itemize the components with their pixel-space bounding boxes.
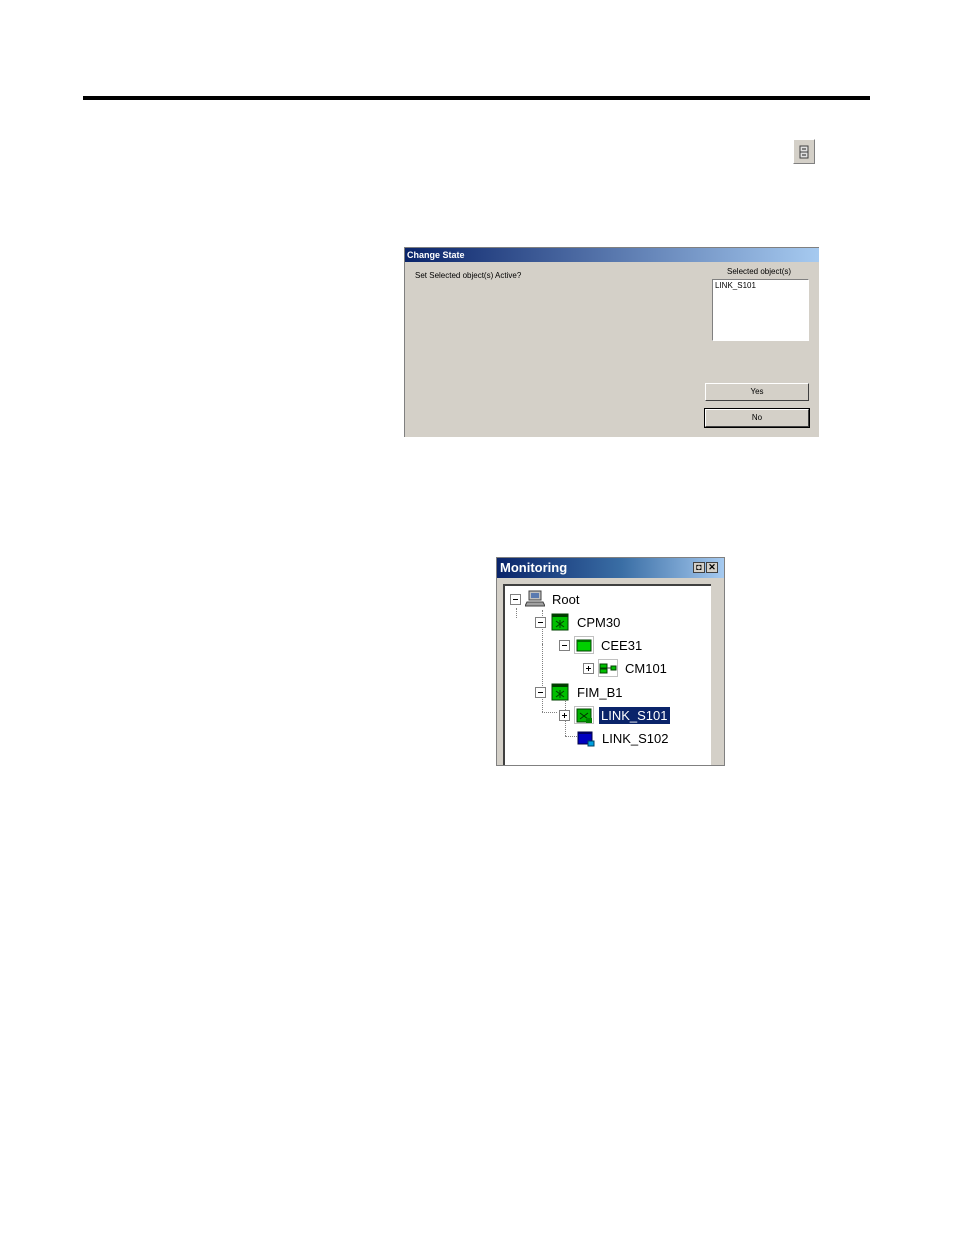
link-inactive-icon: [577, 731, 595, 747]
expand-icon[interactable]: [583, 662, 594, 674]
dialog-prompt: Set Selected object(s) Active?: [415, 271, 522, 280]
tree-node-cee31[interactable]: CEE31: [559, 635, 644, 655]
tree-node-label: LINK_S102: [602, 730, 669, 746]
controller-active-icon: [551, 613, 569, 631]
fim-active-icon: [551, 683, 569, 701]
selected-object-item[interactable]: LINK_S101: [715, 281, 806, 290]
expand-icon[interactable]: [559, 709, 570, 721]
collapse-icon[interactable]: [535, 686, 546, 698]
monitoring-panel: Monitoring ◘ ✕ Root CPM30 CEE31 CM101 FI…: [496, 557, 725, 766]
pin-icon[interactable]: ◘: [693, 562, 705, 573]
close-icon[interactable]: ✕: [706, 562, 718, 573]
selected-objects-label: Selected object(s): [727, 267, 792, 276]
tree-node-label: CPM30: [577, 614, 621, 630]
tree-node-root[interactable]: Root: [510, 589, 581, 609]
tree-node-link-s102[interactable]: LINK_S102: [575, 728, 671, 748]
yes-button[interactable]: Yes: [705, 383, 809, 401]
tree-node-label: FIM_B1: [577, 684, 623, 700]
page-top-rule: [83, 96, 870, 100]
tree-node-label: Root: [552, 591, 580, 607]
no-button[interactable]: No: [704, 408, 810, 428]
change-state-dialog: Change State Set Selected object(s) Acti…: [404, 247, 819, 437]
change-state-icon: [799, 145, 809, 159]
collapse-icon[interactable]: [535, 616, 546, 628]
dialog-title: Change State: [405, 248, 819, 262]
tree-node-label: CM101: [625, 660, 667, 676]
collapse-icon[interactable]: [510, 593, 521, 605]
tree-node-link-s101[interactable]: LINK_S101: [559, 705, 671, 725]
tree-node-label: CEE31: [601, 637, 643, 653]
tree-node-cpm30[interactable]: CPM30: [535, 612, 622, 632]
tree-node-label: LINK_S101: [598, 705, 671, 725]
selected-objects-list[interactable]: LINK_S101: [712, 279, 809, 341]
monitoring-titlebar: Monitoring ◘ ✕: [497, 558, 724, 578]
change-state-toolbar-button[interactable]: [793, 139, 815, 164]
tree-node-fim-b1[interactable]: FIM_B1: [535, 682, 625, 702]
control-module-icon: [598, 659, 618, 677]
monitoring-title: Monitoring: [500, 560, 568, 575]
computer-icon: [525, 590, 545, 607]
collapse-icon[interactable]: [559, 639, 570, 651]
tree-node-cm101[interactable]: CM101: [583, 658, 669, 678]
link-active-icon: [574, 706, 594, 724]
monitoring-tree: Root CPM30 CEE31 CM101 FIM_B1 LINK_S101 …: [503, 584, 711, 765]
cee-active-icon: [574, 636, 594, 654]
